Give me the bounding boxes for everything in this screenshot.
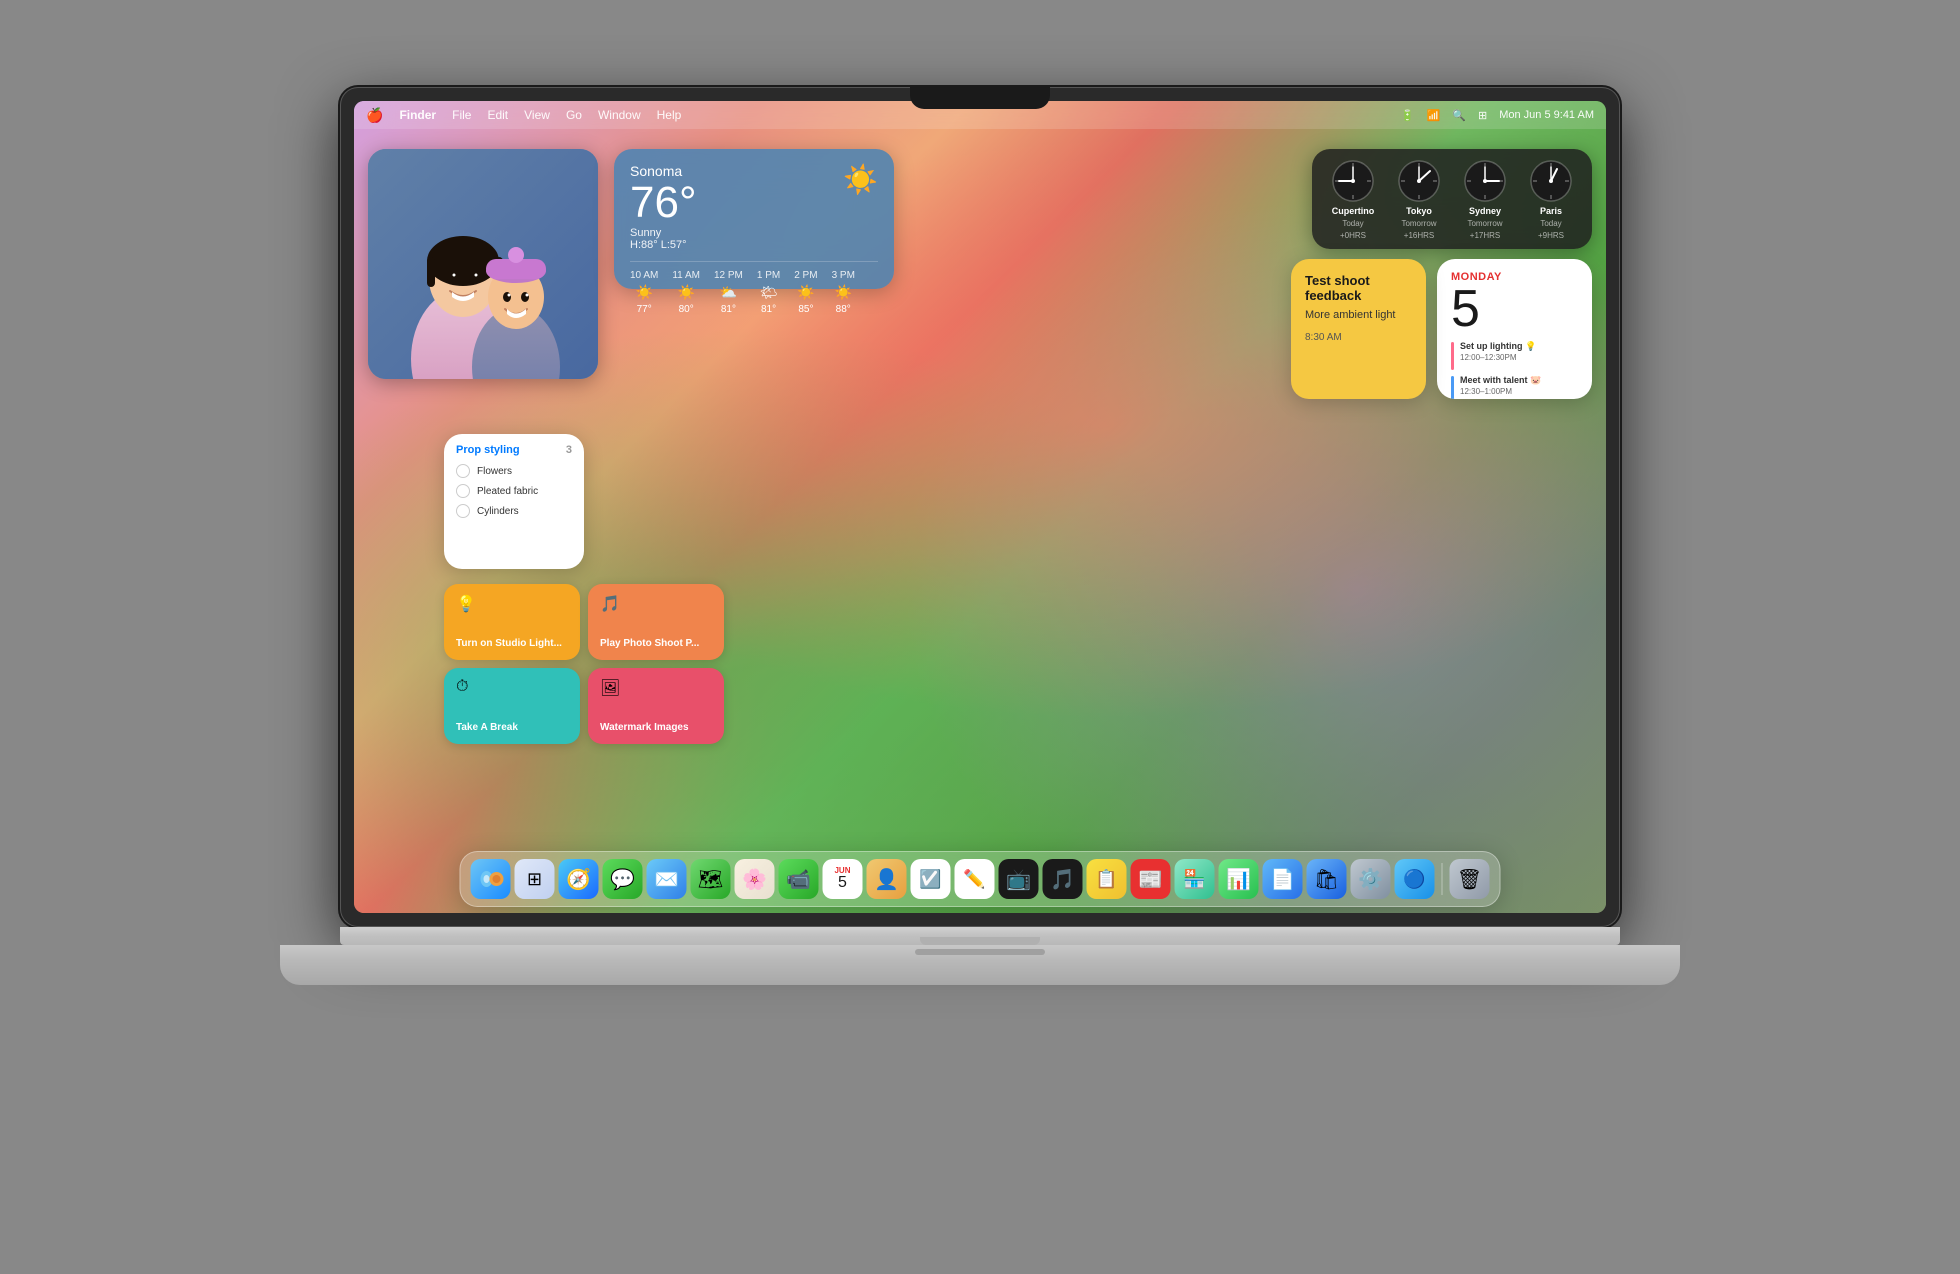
dock-app-launchpad[interactable]: ⊞ <box>515 859 555 899</box>
apple-menu-icon[interactable]: 🍎 <box>366 107 383 124</box>
dock-app-trash[interactable]: 🗑 <box>1450 859 1490 899</box>
dock-app-safari[interactable]: 🧭 <box>559 859 599 899</box>
dock-app-siri[interactable]: 🔵 <box>1395 859 1435 899</box>
dock: ⊞ 🧭 💬 ✉️ 🗺 🌸 📹 JUN 5 👤 ☑️ ✏️ 📺 🎵 📋 📰 🏪 <box>460 851 1501 907</box>
dock-app-settings[interactable]: ⚙️ <box>1351 859 1391 899</box>
macbook-base <box>280 945 1680 985</box>
menubar-help[interactable]: Help <box>657 108 682 122</box>
dock-app-finder[interactable] <box>471 859 511 899</box>
wifi-icon: 📶 <box>1427 109 1441 122</box>
dock-app-messages[interactable]: 💬 <box>603 859 643 899</box>
dock-app-reminders[interactable]: ☑️ <box>911 859 951 899</box>
menubar-file[interactable]: File <box>452 108 471 122</box>
dock-app-freeform[interactable]: ✏️ <box>955 859 995 899</box>
dock-app-maps[interactable]: 🗺 <box>691 859 731 899</box>
notch <box>910 87 1050 109</box>
screen: 🍎 Finder File Edit View Go Window Help 🔋… <box>354 101 1606 913</box>
menubar-window[interactable]: Window <box>598 108 641 122</box>
menubar-view[interactable]: View <box>524 108 550 122</box>
menubar-go[interactable]: Go <box>566 108 582 122</box>
battery-icon: 🔋 <box>1401 109 1415 122</box>
dock-app-numbers[interactable]: 📊 <box>1219 859 1259 899</box>
dock-app-appletv[interactable]: 📺 <box>999 859 1039 899</box>
dock-app-miro[interactable]: 📋 <box>1087 859 1127 899</box>
dock-app-store[interactable]: 🏪 <box>1175 859 1215 899</box>
dock-app-facetime[interactable]: 📹 <box>779 859 819 899</box>
dock-app-appstore[interactable]: 🛍 <box>1307 859 1347 899</box>
menubar-right: 🔋 📶 🔍 ⊞ Mon Jun 5 9:41 AM <box>1401 109 1594 122</box>
dock-app-calendar[interactable]: JUN 5 <box>823 859 863 899</box>
dock-app-pages[interactable]: 📄 <box>1263 859 1303 899</box>
menubar-left: 🍎 Finder File Edit View Go Window Help <box>366 107 681 124</box>
dock-app-photos[interactable]: 🌸 <box>735 859 775 899</box>
control-center-icon[interactable]: ⊞ <box>1478 109 1487 122</box>
menubar-app-name[interactable]: Finder <box>399 108 436 122</box>
macbook: 🍎 Finder File Edit View Go Window Help 🔋… <box>280 87 1680 1187</box>
menubar-datetime: Mon Jun 5 9:41 AM <box>1499 109 1594 121</box>
search-icon[interactable]: 🔍 <box>1452 109 1466 122</box>
dock-app-news[interactable]: 📰 <box>1131 859 1171 899</box>
dock-divider <box>1442 863 1443 895</box>
macbook-hinge <box>340 927 1620 945</box>
screen-bezel: 🍎 Finder File Edit View Go Window Help 🔋… <box>340 87 1620 927</box>
menubar-edit[interactable]: Edit <box>487 108 508 122</box>
dock-app-contacts[interactable]: 👤 <box>867 859 907 899</box>
dock-app-music[interactable]: 🎵 <box>1043 859 1083 899</box>
desktop-background <box>354 101 1606 913</box>
dock-app-mail[interactable]: ✉️ <box>647 859 687 899</box>
